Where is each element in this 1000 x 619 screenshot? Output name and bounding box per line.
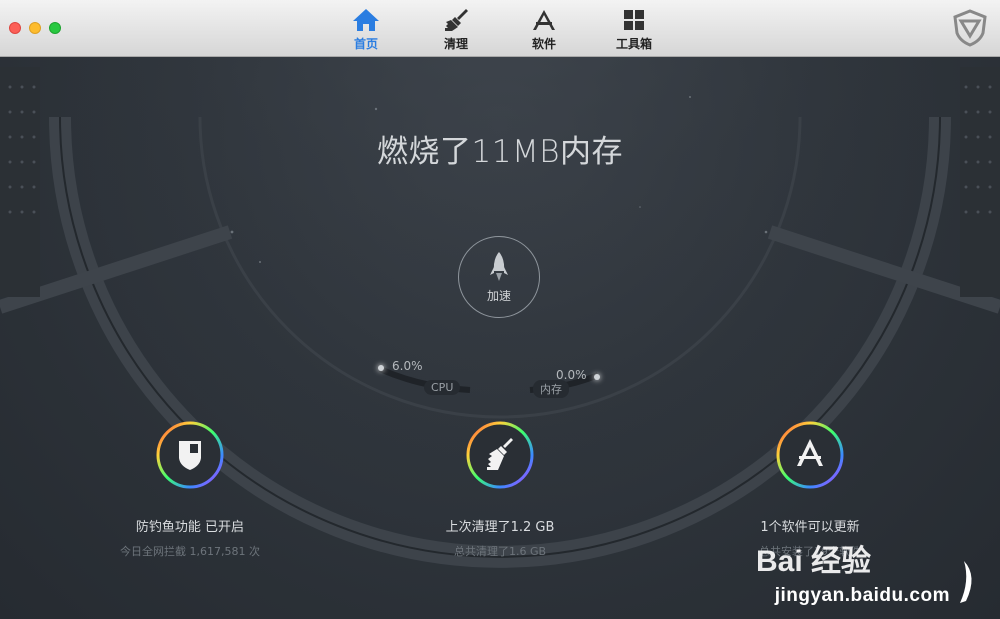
boost-button[interactable]: 加速	[458, 236, 540, 318]
rainbow-ring	[776, 421, 844, 489]
watermark-brand: Bai 经验	[756, 544, 871, 578]
baidu-jingyan-watermark: Bai 经验 jingyan.baidu.com	[746, 521, 986, 611]
clean-ring	[465, 420, 535, 490]
shield-logo-icon[interactable]	[952, 9, 988, 47]
anti-phishing-count: 今日全网拦截 1,617,581 次	[120, 545, 260, 558]
clean-card[interactable]: 上次清理了1.2 GB 总共清理了1.6 GB	[390, 420, 610, 559]
boost-label: 加速	[486, 289, 511, 303]
broom-icon	[445, 9, 468, 31]
memory-freed-headline: 燃烧了11MB内存	[377, 134, 623, 170]
tab-home[interactable]: 首页	[331, 4, 401, 54]
app-window: 首页 清理 软件 工具箱 燃烧了11MB内存 加速 6.0% CPU 0.0% …	[0, 0, 1000, 619]
anti-phishing-card[interactable]: 防钓鱼功能 已开启 今日全网拦截 1,617,581 次	[80, 420, 300, 559]
home-icon	[353, 9, 379, 31]
rainbow-ring	[466, 421, 534, 489]
last-clean-status: 上次清理了1.2 GB	[445, 520, 555, 535]
tab-toolbox-label: 工具箱	[615, 37, 652, 51]
window-zoom-button[interactable]	[49, 22, 61, 34]
cpu-gauge-indicator	[378, 365, 384, 371]
anti-phishing-ring	[155, 420, 225, 490]
memory-label: 内存	[533, 380, 569, 398]
memory-gauge-indicator	[594, 374, 600, 380]
cpu-usage-value: 6.0%	[392, 359, 423, 373]
tab-toolbox[interactable]: 工具箱	[599, 4, 669, 54]
grid-icon	[624, 10, 644, 30]
software-ring	[775, 420, 845, 490]
tab-software-label: 软件	[531, 37, 556, 51]
tab-software[interactable]: 软件	[509, 4, 579, 54]
tab-home-label: 首页	[353, 37, 378, 51]
app-store-icon	[533, 10, 555, 30]
rocket-icon	[490, 252, 508, 281]
cpu-label: CPU	[424, 380, 461, 395]
tab-clean-label: 清理	[443, 37, 468, 51]
total-clean-status: 总共清理了1.6 GB	[453, 545, 547, 558]
rainbow-ring	[156, 421, 224, 489]
window-minimize-button[interactable]	[29, 22, 41, 34]
title-bar: 首页 清理 软件 工具箱	[0, 0, 1000, 57]
watermark-url: jingyan.baidu.com	[774, 585, 950, 606]
window-close-button[interactable]	[9, 22, 21, 34]
tab-clean[interactable]: 清理	[421, 4, 491, 54]
anti-phishing-status: 防钓鱼功能 已开启	[135, 520, 245, 535]
